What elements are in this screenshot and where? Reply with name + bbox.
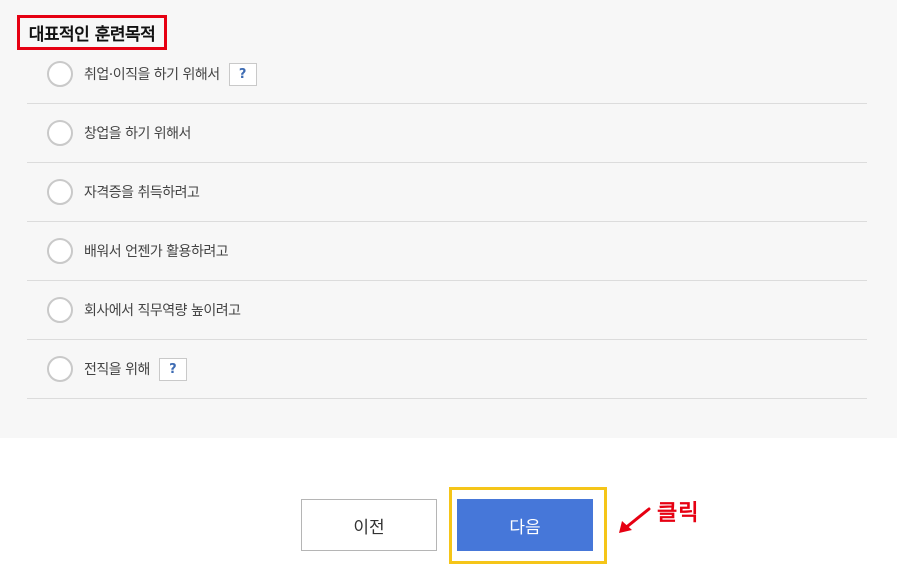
arrow-icon	[619, 507, 651, 533]
option-label: 배워서 언젠가 활용하려고	[84, 244, 229, 260]
radio-learn-use[interactable]	[47, 238, 73, 264]
option-list: 취업·이직을 하기 위해서 ? 창업을 하기 위해서 자격증을 취득하려고 배워…	[27, 45, 867, 399]
help-button-career-change[interactable]: ?	[158, 357, 187, 381]
option-career-change[interactable]: 전직을 위해 ?	[27, 340, 867, 399]
next-button[interactable]: 다음	[457, 499, 593, 551]
prev-button[interactable]: 이전	[301, 499, 437, 551]
option-label: 자격증을 취득하려고	[84, 185, 200, 201]
option-label: 창업을 하기 위해서	[84, 126, 191, 142]
radio-job-competency[interactable]	[47, 297, 73, 323]
radio-employment[interactable]	[47, 61, 73, 87]
option-label: 회사에서 직무역량 높이려고	[84, 303, 241, 319]
option-label: 취업·이직을 하기 위해서	[84, 67, 220, 83]
help-button-employment[interactable]: ?	[228, 62, 257, 86]
click-annotation: 클릭	[657, 501, 700, 526]
option-job-competency[interactable]: 회사에서 직무역량 높이려고	[27, 281, 867, 340]
option-certificate[interactable]: 자격증을 취득하려고	[27, 163, 867, 222]
option-startup[interactable]: 창업을 하기 위해서	[27, 104, 867, 163]
radio-certificate[interactable]	[47, 179, 73, 205]
radio-startup[interactable]	[47, 120, 73, 146]
purpose-panel: 대표적인 훈련목적 취업·이직을 하기 위해서 ? 창업을 하기 위해서 자격증…	[0, 0, 897, 438]
option-label: 전직을 위해	[84, 362, 150, 378]
option-employment[interactable]: 취업·이직을 하기 위해서 ?	[27, 45, 867, 104]
radio-career-change[interactable]	[47, 356, 73, 382]
option-learn-use[interactable]: 배워서 언젠가 활용하려고	[27, 222, 867, 281]
